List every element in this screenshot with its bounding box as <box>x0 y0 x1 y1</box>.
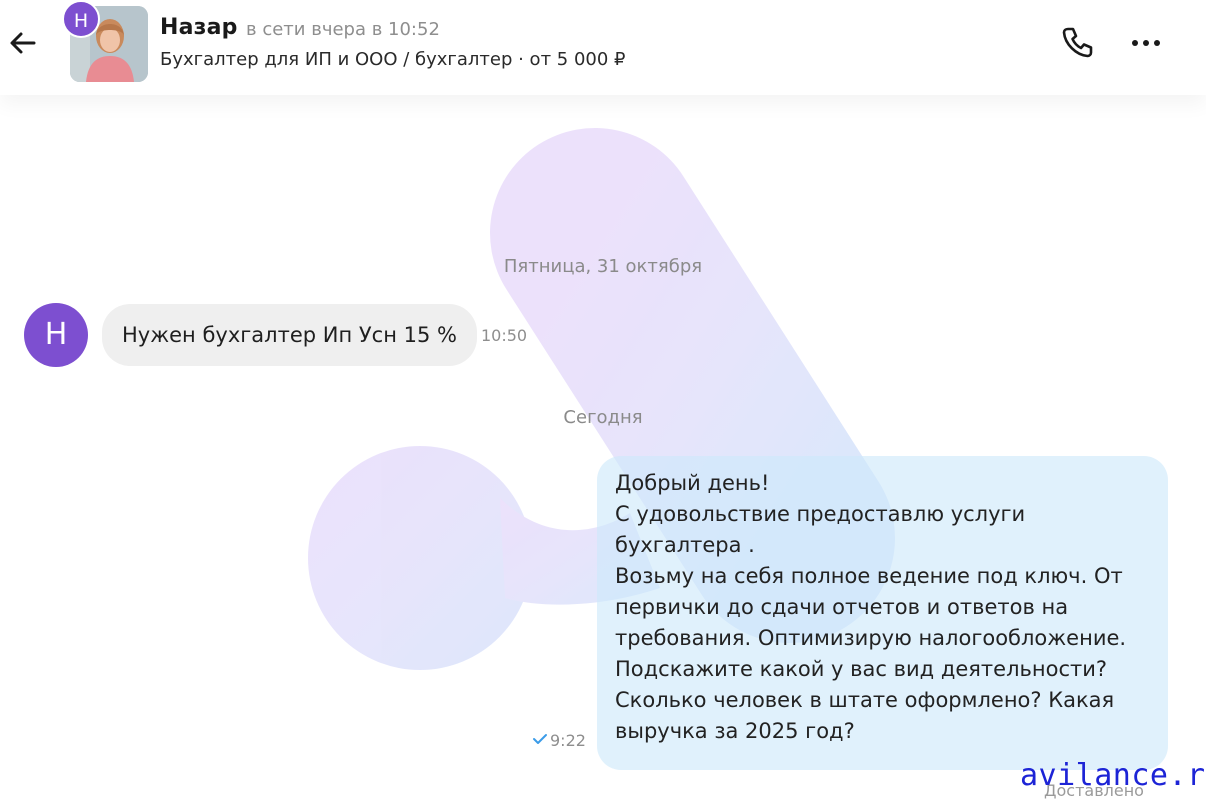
message-line: С удовольствие предоставлю услуги <box>615 502 1026 526</box>
message-line: первички до сдачи отчетов и ответов на <box>615 595 1069 619</box>
message-line: выручка за 2025 год? <box>615 719 855 743</box>
incoming-message-bubble[interactable]: Нужен бухгалтер Ип Усн 15 % <box>102 304 477 366</box>
message-line: Добрый день! <box>615 471 770 495</box>
avatar-initial-badge: Н <box>62 0 100 38</box>
sender-avatar[interactable]: Н <box>24 303 88 367</box>
back-button[interactable] <box>6 26 40 60</box>
date-separator: Пятница, 31 октября <box>503 256 703 277</box>
site-watermark-text: avilance.ru <box>1020 758 1206 793</box>
message-line: Сколько человек в штате оформлено? Какая <box>615 688 1115 712</box>
more-horizontal-icon <box>1132 40 1160 46</box>
date-separator: Сегодня <box>563 407 643 428</box>
more-options-button[interactable] <box>1126 28 1166 58</box>
call-button[interactable] <box>1058 24 1096 62</box>
incoming-message-time: 10:50 <box>481 326 528 345</box>
chat-header: Н Назар в сети вчера в 10:52 Бухгалтер д… <box>0 0 1206 95</box>
contact-subtitle[interactable]: Бухгалтер для ИП и ООО / бухгалтер · от … <box>160 49 625 70</box>
phone-icon <box>1062 27 1093 58</box>
outgoing-message-time: 9:22 <box>550 731 586 750</box>
message-line: Подскажите какой у вас вид деятельности? <box>615 657 1108 681</box>
message-line: бухгалтера . <box>615 533 755 557</box>
arrow-left-icon <box>10 32 36 54</box>
contact-status: в сети вчера в 10:52 <box>246 19 440 40</box>
check-icon <box>533 734 547 744</box>
message-line: Возьму на себя полное ведение под ключ. … <box>615 564 1123 588</box>
outgoing-message-bubble[interactable]: Добрый день! С удовольствие предоставлю … <box>597 456 1168 770</box>
contact-name[interactable]: Назар <box>160 15 238 40</box>
message-line: требования. Оптимизирую налогообложение. <box>615 626 1127 650</box>
